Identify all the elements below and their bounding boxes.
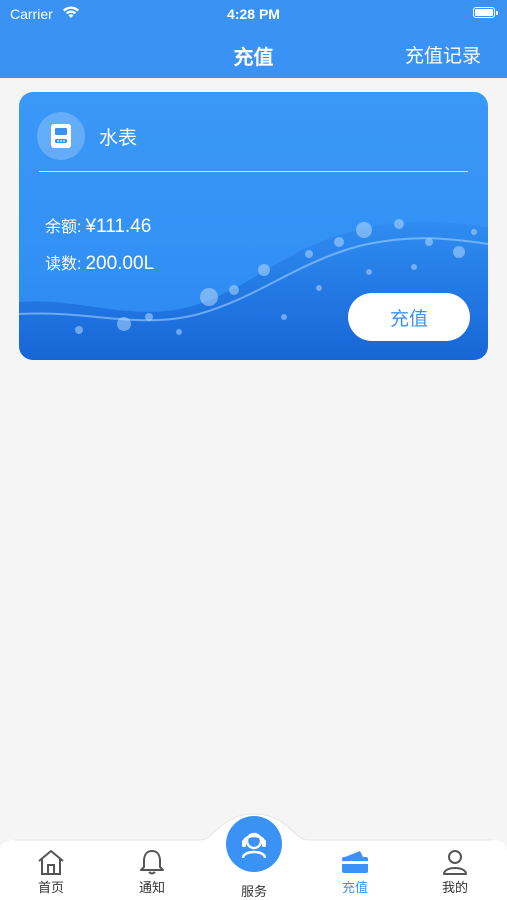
customer-service-icon — [241, 832, 267, 859]
card-divider — [39, 171, 468, 172]
wallet-card-icon — [342, 851, 368, 873]
tab-notifications-label: 通知 — [138, 880, 165, 895]
meter-name: 水表 — [99, 128, 138, 149]
tab-service-label[interactable]: 服务 — [222, 881, 286, 900]
bell-icon — [140, 850, 164, 875]
tab-profile-label: 我的 — [441, 880, 468, 895]
balance-row: 余额: ¥111.46 — [45, 213, 151, 238]
water-meter-icon-badge — [37, 112, 85, 160]
home-icon — [38, 850, 64, 875]
tab-profile[interactable]: 我的 — [420, 848, 490, 896]
reading-value: 200.00L — [85, 253, 155, 274]
battery-icon — [473, 7, 498, 18]
tab-bar: 首页 通知 服务 充值 我的 — [0, 812, 507, 900]
tab-home-label: 首页 — [37, 880, 64, 895]
status-bar: Carrier 4:28 PM — [0, 0, 507, 28]
status-time: 4:28 PM — [227, 6, 280, 22]
recharge-history-link[interactable]: 充值记录 — [405, 41, 481, 68]
water-meter-card: 水表 余额: ¥111.46 读数: 200.00L 充值 — [19, 92, 488, 360]
recharge-button[interactable]: 充值 — [348, 293, 470, 341]
user-icon — [443, 850, 467, 875]
reading-label: 读数: — [45, 256, 82, 273]
tab-home[interactable]: 首页 — [16, 848, 86, 896]
tab-recharge[interactable]: 充值 — [320, 848, 390, 896]
tab-recharge-label: 充值 — [341, 880, 368, 895]
tab-service[interactable] — [226, 816, 282, 872]
balance-label: 余额: — [45, 219, 82, 236]
balance-value: ¥111.46 — [85, 216, 152, 237]
header: Carrier 4:28 PM 充值 充值记录 — [0, 0, 507, 78]
water-meter-icon — [51, 124, 71, 148]
tab-notifications[interactable]: 通知 — [117, 848, 187, 896]
reading-row: 读数: 200.00L — [45, 250, 154, 275]
